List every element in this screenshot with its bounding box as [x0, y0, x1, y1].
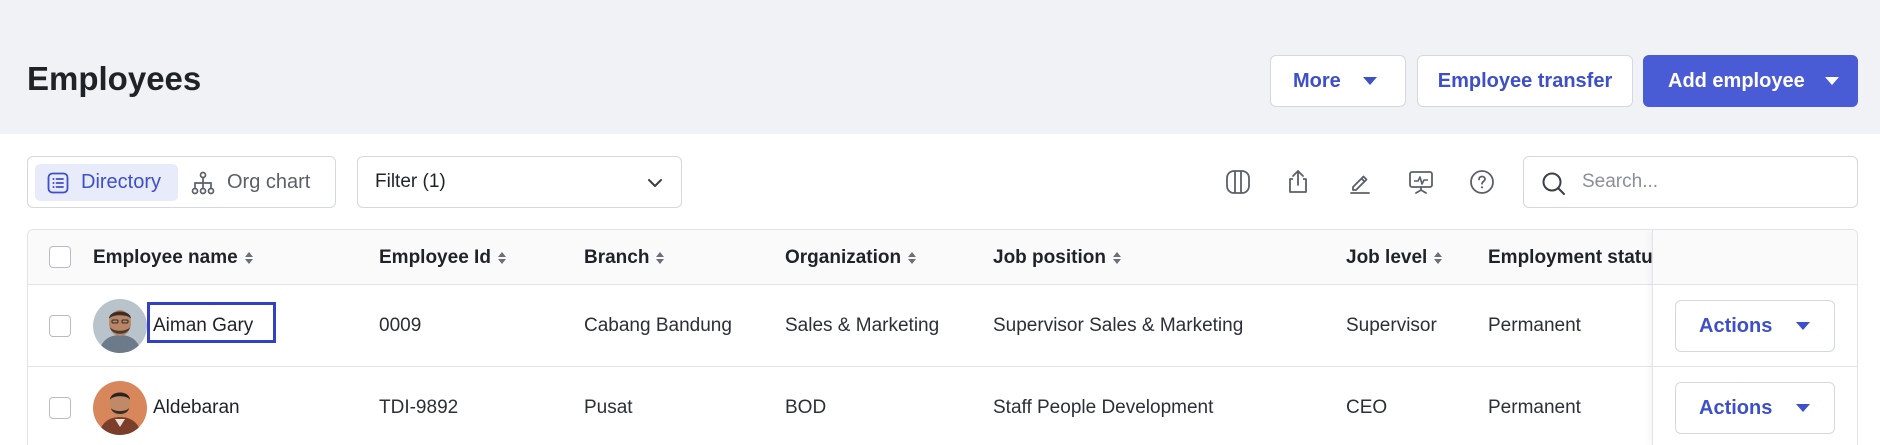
- search-box: [1523, 156, 1858, 208]
- columns-icon[interactable]: [1221, 165, 1255, 199]
- branch-cell: Cabang Bandung: [584, 315, 732, 336]
- column-label: Job position: [993, 246, 1106, 268]
- avatar: [93, 299, 147, 353]
- branch-cell: Pusat: [584, 397, 633, 418]
- chevron-down-icon: [648, 179, 662, 187]
- sort-icon: [656, 251, 665, 264]
- table-row: Aldebaran TDI-9892 Pusat BOD Staff Peopl…: [28, 367, 1857, 445]
- employee-transfer-label: Employee transfer: [1437, 69, 1613, 92]
- sort-icon: [1434, 251, 1443, 264]
- actions-column-header: [1653, 230, 1857, 285]
- employee-id-cell: TDI-9892: [379, 397, 459, 418]
- actions-column: Actions Actions: [1652, 230, 1857, 445]
- export-icon[interactable]: [1281, 165, 1315, 199]
- column-label: Organization: [785, 246, 902, 268]
- edit-icon[interactable]: [1343, 165, 1377, 199]
- column-employment-status[interactable]: Employment statu: [1488, 230, 1653, 285]
- view-directory-label: Directory: [81, 171, 162, 193]
- actions-label: Actions: [1699, 314, 1773, 337]
- view-toggle: Directory Org chart: [27, 156, 336, 208]
- employee-transfer-button[interactable]: Employee transfer: [1417, 55, 1633, 107]
- more-button[interactable]: More: [1270, 55, 1406, 107]
- view-directory-button[interactable]: Directory: [35, 164, 178, 201]
- row-checkbox[interactable]: [49, 315, 71, 337]
- column-job-position[interactable]: Job position: [993, 230, 1121, 285]
- row-actions-button[interactable]: Actions: [1675, 382, 1835, 434]
- more-button-label: More: [1293, 69, 1341, 92]
- view-org-chart-button[interactable]: Org chart: [191, 164, 310, 201]
- column-label: Branch: [584, 246, 650, 268]
- sort-icon: [1112, 251, 1121, 264]
- column-label: Employee Id: [379, 246, 491, 268]
- filter-dropdown[interactable]: Filter (1): [357, 156, 682, 208]
- column-organization[interactable]: Organization: [785, 230, 917, 285]
- row-divider: [1653, 366, 1857, 367]
- employee-name-link[interactable]: Aldebaran: [153, 367, 240, 445]
- caret-down-icon: [1362, 77, 1377, 85]
- caret-down-icon: [1796, 322, 1811, 330]
- filter-label: Filter (1): [375, 171, 446, 192]
- sort-icon: [908, 251, 917, 264]
- employee-id-cell: 0009: [379, 315, 422, 336]
- search-input[interactable]: [1582, 167, 1842, 197]
- row-actions-button[interactable]: Actions: [1675, 300, 1835, 352]
- avatar: [93, 381, 147, 435]
- help-icon[interactable]: [1465, 165, 1499, 199]
- column-label: Job level: [1346, 246, 1428, 268]
- table-row: Aiman Gary 0009 Cabang Bandung Sales & M…: [28, 285, 1857, 367]
- employment-status-cell: Permanent: [1488, 315, 1581, 336]
- column-job-level[interactable]: Job level: [1346, 230, 1443, 285]
- employees-table: Employee name Employee Id Branch Organiz…: [27, 229, 1858, 445]
- org-chart-icon: [191, 171, 215, 194]
- row-checkbox[interactable]: [49, 397, 71, 419]
- job-level-cell: CEO: [1346, 397, 1388, 418]
- column-branch[interactable]: Branch: [584, 230, 665, 285]
- selection-highlight: [147, 302, 276, 343]
- view-org-chart-label: Org chart: [227, 171, 311, 193]
- search-icon: [1542, 172, 1565, 195]
- employment-status-cell: Permanent: [1488, 397, 1581, 418]
- actions-label: Actions: [1699, 396, 1773, 419]
- sort-icon: [244, 251, 253, 264]
- list-icon: [47, 172, 69, 193]
- caret-down-icon: [1824, 77, 1839, 85]
- organization-cell: Sales & Marketing: [785, 315, 940, 336]
- page-header: Employees More Employee transfer Add emp…: [0, 0, 1880, 134]
- page-title: Employees: [27, 60, 202, 97]
- sort-icon: [497, 251, 506, 264]
- select-all-checkbox[interactable]: [49, 246, 71, 268]
- table-header: Employee name Employee Id Branch Organiz…: [28, 230, 1857, 285]
- presentation-icon[interactable]: [1404, 165, 1438, 199]
- job-position-cell: Staff People Development: [993, 397, 1214, 418]
- job-level-cell: Supervisor: [1346, 315, 1437, 336]
- organization-cell: BOD: [785, 397, 827, 418]
- add-employee-label: Add employee: [1668, 69, 1805, 92]
- add-employee-button[interactable]: Add employee: [1643, 55, 1858, 107]
- column-label: Employment statu: [1488, 246, 1653, 268]
- column-employee-name[interactable]: Employee name: [93, 230, 253, 285]
- job-position-cell: Supervisor Sales & Marketing: [993, 315, 1244, 336]
- column-employee-id[interactable]: Employee Id: [379, 230, 506, 285]
- caret-down-icon: [1796, 404, 1811, 412]
- column-label: Employee name: [93, 246, 238, 268]
